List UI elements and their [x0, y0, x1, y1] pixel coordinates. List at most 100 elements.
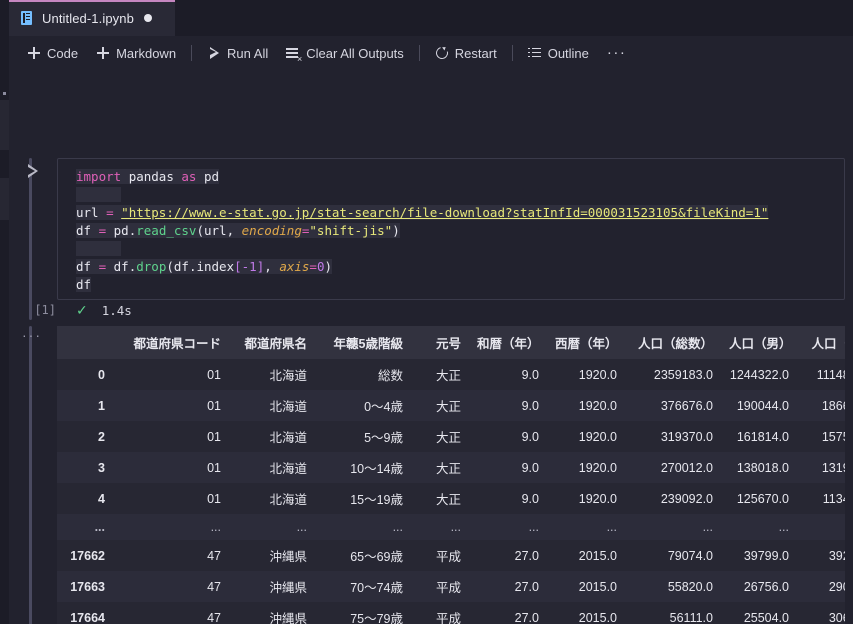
dataframe-cell: 2015.0	[578, 610, 617, 624]
dataframe-cell: 1920.0	[578, 367, 617, 382]
code-token: read_csv	[136, 223, 197, 238]
clear-all-outputs-button[interactable]: Clear All Outputs	[277, 41, 413, 65]
table-row: 17663 47 沖縄県 70〜74歳 平成 27.0 2015.0 55820.0 26756…	[57, 571, 845, 602]
dataframe-cell: 1244322.0	[729, 367, 789, 382]
code-token: =	[98, 223, 107, 238]
clear-outputs-icon	[286, 46, 302, 64]
output-more-actions-button[interactable]: ···	[22, 328, 42, 342]
dataframe-cell: ...	[210, 520, 221, 534]
table-row: 1 01 北海道 0〜4歳 大正 9.0 1920.0 376676.0 190044.0 186…	[57, 390, 845, 421]
notebook-body: import pandas as pd url = "https://www.e…	[0, 70, 853, 624]
dataframe-cell: 29064.0	[828, 579, 845, 594]
code-cell-source[interactable]: import pandas as pd url = "https://www.e…	[58, 159, 844, 294]
restart-kernel-button[interactable]: Restart	[426, 41, 506, 65]
dataframe-cell: ...	[606, 520, 617, 534]
dataframe-cell: 157556.0	[821, 429, 845, 444]
add-code-cell-button[interactable]: Code	[18, 41, 87, 65]
dataframe-cell: 01	[207, 491, 221, 506]
editor-tab-untitled-notebook[interactable]: Untitled-1.ipynb	[9, 0, 175, 36]
dataframe-cell: 北海道	[269, 462, 307, 476]
code-line	[76, 240, 844, 258]
execution-count: [1]	[34, 303, 56, 317]
dataframe-cell: 376676.0	[660, 398, 713, 413]
output-cell-focus-indicator	[29, 326, 32, 624]
dataframe-cell: 39275.0	[828, 548, 845, 563]
code-token: =	[106, 205, 114, 220]
vscode-notebook-window: Untitled-1.ipynb Code Markdown Run All C…	[0, 0, 853, 624]
table-row: 17662 47 沖縄県 65〜69歳 平成 27.0 2015.0 79074.0 39799…	[57, 540, 845, 571]
code-line: df	[76, 276, 844, 294]
dataframe-cell: 1114861.0	[816, 367, 845, 382]
dataframe-cell: ...	[528, 520, 539, 534]
dataframe-cell: 沖縄県	[269, 581, 307, 595]
cell-output-dataframe: 都道府県コード 都道府県名 年韢5歳階級 元号 和暦（年） 西暦（年） 人口（総数） 人口（男…	[57, 326, 845, 624]
code-cell-editor[interactable]: import pandas as pd url = "https://www.e…	[57, 158, 845, 300]
code-token: ,	[264, 259, 280, 274]
toolbar-more-button[interactable]: ···	[598, 45, 636, 60]
restart-label: Restart	[454, 45, 497, 61]
add-markdown-cell-label: Markdown	[116, 45, 177, 61]
dataframe-cell: 9.0	[521, 398, 539, 413]
add-markdown-cell-button[interactable]: Markdown	[87, 41, 185, 65]
dataframe-cell: 北海道	[269, 431, 307, 445]
dataframe-row-index: 17662	[70, 548, 105, 563]
dataframe-cell: 沖縄県	[269, 612, 307, 624]
code-line-content: import pandas as pd	[76, 169, 220, 184]
dataframe-cell: 平成	[435, 612, 461, 624]
dataframe-cell: 2015.0	[578, 548, 617, 563]
dataframe-cell: 9.0	[521, 491, 539, 506]
run-cell-button[interactable]	[22, 160, 44, 182]
clear-all-outputs-label: Clear All Outputs	[306, 45, 404, 61]
unsaved-dot-icon	[143, 14, 152, 22]
code-token: df	[113, 259, 129, 274]
code-line: df = pd.read_csv(url, encoding="shift-ji…	[76, 222, 844, 240]
outline-icon	[527, 46, 542, 60]
notebook-icon	[21, 10, 34, 26]
add-code-cell-label: Code	[47, 45, 79, 61]
dataframe-cell: 北海道	[269, 493, 307, 507]
code-token: pd	[203, 169, 220, 184]
dataframe-cell: 平成	[435, 581, 461, 595]
run-all-button[interactable]: Run All	[198, 41, 277, 65]
dataframe-cell: 70〜74歳	[350, 581, 403, 595]
dataframe-cell: 1920.0	[578, 429, 617, 444]
dataframe-cell: 01	[207, 398, 221, 413]
dataframe-cell: 125670.0	[736, 491, 789, 506]
activity-bar-segment	[0, 100, 9, 150]
dataframe-cell: 47	[207, 610, 221, 624]
dataframe-column-header: 都道府県名	[231, 326, 317, 359]
dataframe-row-index: 2	[98, 429, 105, 444]
dataframe-row-index: 17664	[70, 610, 105, 624]
code-token: axis	[279, 259, 310, 274]
code-token: )	[392, 223, 400, 238]
dataframe-cell: 大正	[435, 431, 461, 445]
dataframe-cell: 65〜69歳	[350, 550, 403, 564]
code-token: [	[234, 259, 242, 274]
dataframe-cell: 01	[207, 460, 221, 475]
dataframe-body: 0 01 北海道 総数 大正 9.0 1920.0 2359183.0 1244322.0 111…	[57, 359, 845, 624]
table-row: 3 01 北海道 10〜14歳 大正 9.0 1920.0 270012.0 138018.0 1…	[57, 452, 845, 483]
dataframe-cell: 27.0	[514, 610, 539, 624]
code-token: "https://www.e-stat.go.jp/stat-search/fi…	[121, 205, 769, 220]
table-row: ..............................	[57, 514, 845, 540]
dataframe-cell: 10〜14歳	[350, 462, 403, 476]
dataframe-header: 都道府県コード 都道府県名 年韢5歳階級 元号 和暦（年） 西暦（年） 人口（総数） 人口（男…	[57, 326, 845, 359]
dataframe-cell: ...	[778, 520, 789, 534]
dataframe-column-header: 西暦（年）	[549, 326, 627, 359]
notebook-toolbar: Code Markdown Run All Clear All Outputs …	[0, 36, 853, 70]
outline-button[interactable]: Outline	[519, 41, 598, 65]
dataframe-cell: 186632.0	[821, 398, 845, 413]
table-row: 4 01 北海道 15〜19歳 大正 9.0 1920.0 239092.0 125670.0 1…	[57, 483, 845, 514]
dataframe-cell: 319370.0	[660, 429, 713, 444]
code-token: "shift-jis"	[309, 223, 393, 238]
code-token: df	[76, 259, 92, 274]
dataframe-row-index: ...	[94, 520, 105, 534]
dataframe-cell: 270012.0	[660, 460, 713, 475]
dataframe-cell: 大正	[435, 369, 461, 383]
dataframe-cell: 大正	[435, 400, 461, 414]
dataframe-row-index: 3	[98, 460, 105, 475]
code-token	[76, 241, 122, 256]
